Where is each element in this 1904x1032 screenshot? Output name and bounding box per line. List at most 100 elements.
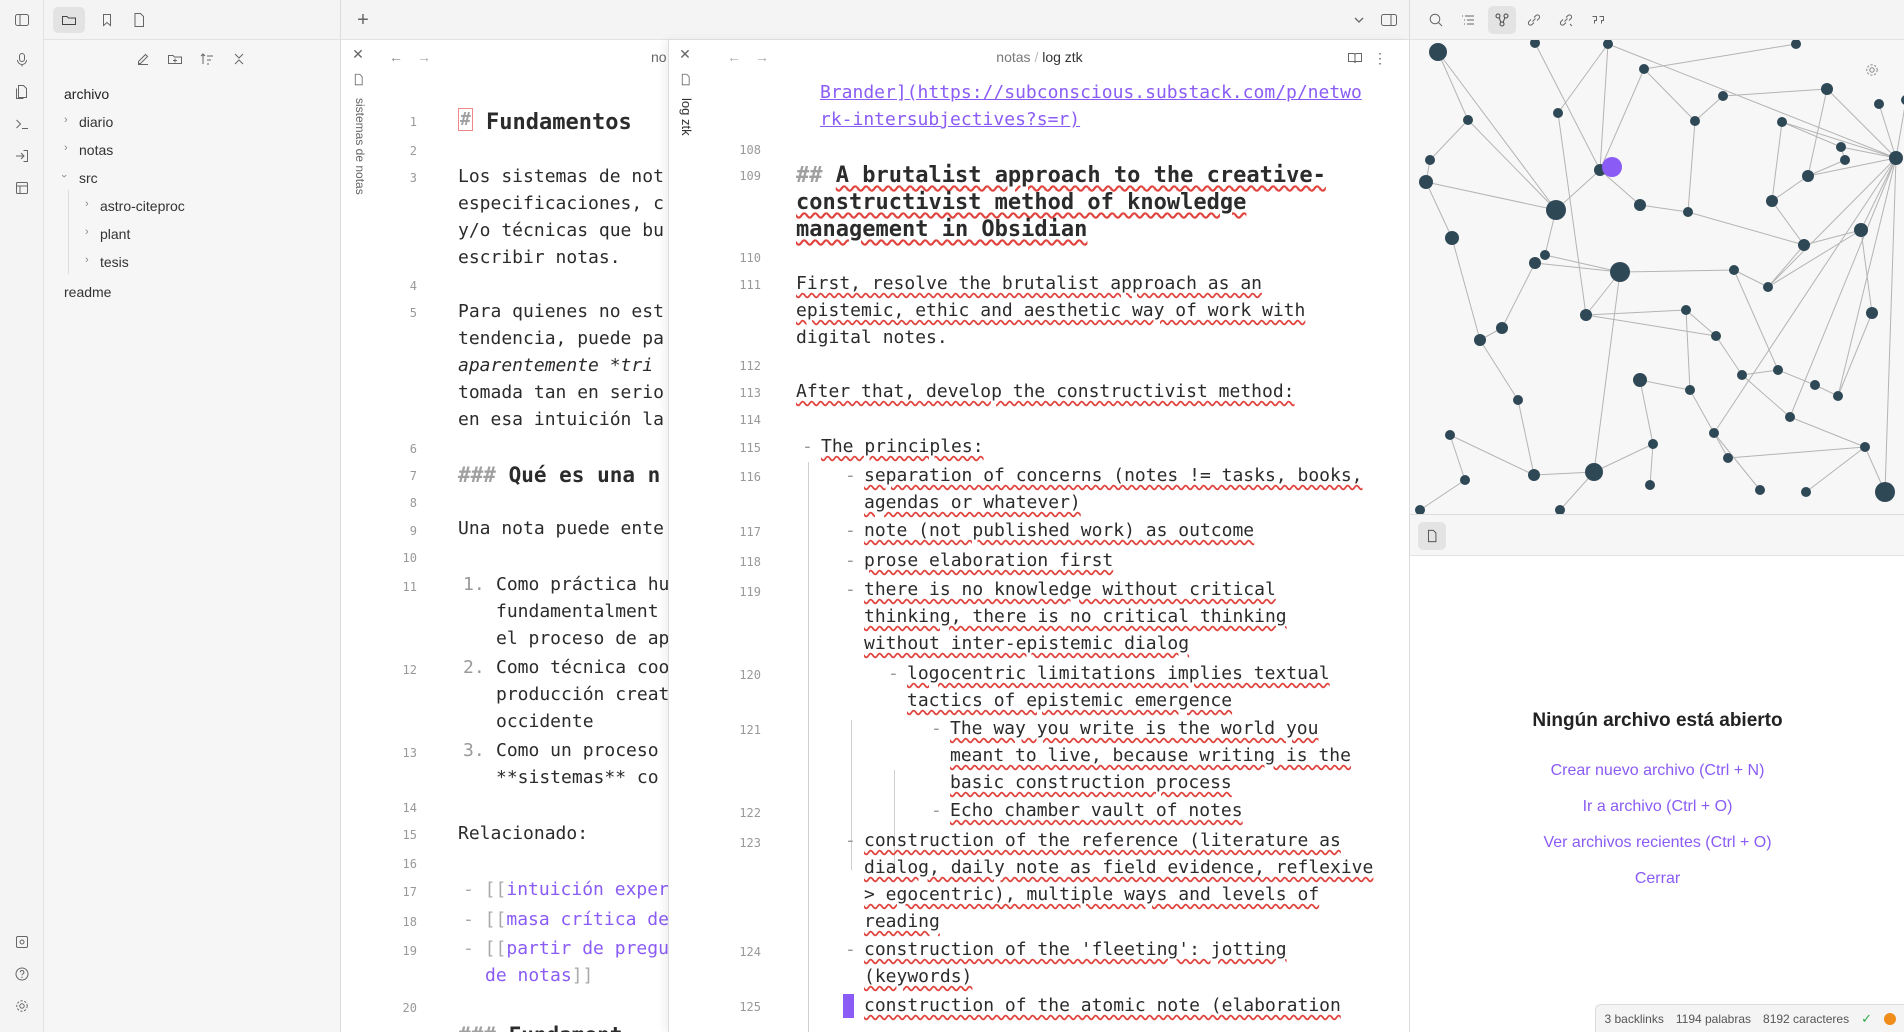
- heading-3[interactable]: ### Qué es una n: [458, 463, 660, 487]
- graph-node[interactable]: [1866, 307, 1878, 319]
- wikilink[interactable]: - [[intuición exper: [463, 879, 668, 900]
- graph-node[interactable]: [1785, 412, 1795, 422]
- list-item-text[interactable]: logocentric limitations implies textual: [907, 663, 1330, 684]
- chevron-right-icon[interactable]: ›: [85, 198, 89, 210]
- chevron-right-icon[interactable]: ›: [85, 254, 89, 266]
- graph-node[interactable]: [1419, 175, 1433, 189]
- paragraph-line[interactable]: Una nota puede ente: [458, 518, 664, 539]
- vault-icon[interactable]: [10, 930, 34, 954]
- graph-node[interactable]: [1445, 430, 1455, 440]
- graph-node[interactable]: [1648, 439, 1658, 449]
- graph-node[interactable]: [1810, 380, 1820, 390]
- recent-files-link[interactable]: Ver archivos recientes (Ctrl + O): [1410, 834, 1904, 852]
- bookmark-icon[interactable]: [94, 7, 120, 33]
- tree-folder-astro-citeproc[interactable]: astro-citeproc: [100, 198, 185, 214]
- tree-folder-tesis[interactable]: tesis: [100, 254, 129, 270]
- graph-node[interactable]: [1737, 370, 1747, 380]
- list-item-text[interactable]: > egocentric), multiple ways and levels …: [864, 884, 1319, 905]
- list-item-text[interactable]: The principles:: [821, 436, 984, 457]
- list-item-text[interactable]: el proceso de ap: [496, 628, 668, 649]
- list-item-text[interactable]: dialog, daily note as field evidence, re…: [864, 857, 1373, 878]
- paragraph-line[interactable]: tomada tan en serio: [458, 382, 664, 403]
- list-item-text[interactable]: Como técnica coo: [496, 657, 668, 678]
- close-pane-icon[interactable]: ✕: [349, 45, 367, 63]
- quote-icon[interactable]: [1586, 8, 1610, 32]
- backlinks-count[interactable]: 3 backlinks: [1604, 1012, 1663, 1026]
- graph-node[interactable]: [1798, 239, 1810, 251]
- file-icon[interactable]: [126, 7, 152, 33]
- chevron-right-icon[interactable]: ›: [85, 226, 89, 238]
- graph-node[interactable]: [1603, 40, 1613, 49]
- graph-node[interactable]: [1854, 223, 1868, 237]
- graph-node[interactable]: [1791, 40, 1801, 49]
- heading-1[interactable]: Fundamentos: [486, 110, 632, 135]
- tree-folder-diario[interactable]: diario: [79, 114, 113, 130]
- terminal-icon[interactable]: [10, 112, 34, 136]
- back-arrow-icon[interactable]: ←: [387, 48, 405, 66]
- graph-node[interactable]: [1530, 40, 1540, 48]
- graph-node[interactable]: [1463, 115, 1473, 125]
- list-item-text[interactable]: thinking, there is no critical thinking: [864, 606, 1287, 627]
- list-item-text[interactable]: Como práctica hu: [496, 574, 668, 595]
- graph-node[interactable]: [1802, 170, 1814, 182]
- sync-check-icon[interactable]: ✓: [1861, 1011, 1872, 1027]
- graph-node[interactable]: [1528, 469, 1540, 481]
- paragraph-line[interactable]: y/o técnicas que bu: [458, 220, 664, 241]
- graph-node[interactable]: [1496, 322, 1508, 334]
- tree-file-readme[interactable]: readme: [64, 284, 111, 300]
- graph-node[interactable]: [1729, 265, 1739, 275]
- list-item-text[interactable]: meant to live, because writing is the: [950, 745, 1351, 766]
- graph-node[interactable]: [1889, 151, 1903, 165]
- chevron-right-icon[interactable]: ›: [64, 114, 68, 126]
- heading-2[interactable]: constructivist method of knowledge: [796, 190, 1246, 215]
- graph-node[interactable]: [1874, 99, 1884, 109]
- go-to-file-link[interactable]: Ir a archivo (Ctrl + O): [1410, 798, 1904, 816]
- sort-icon[interactable]: [196, 48, 218, 70]
- breadcrumb-file[interactable]: log ztk: [1042, 49, 1082, 65]
- stacked-tab-title[interactable]: log ztk: [679, 98, 694, 136]
- outline-list-icon[interactable]: [1456, 8, 1480, 32]
- paragraph-line[interactable]: aparentemente *tri: [458, 355, 653, 376]
- sidebar-toggle-icon[interactable]: [10, 8, 34, 32]
- list-item-text[interactable]: separation of concerns (notes != tasks, …: [864, 465, 1363, 486]
- list-item-text[interactable]: Como un proceso: [496, 740, 659, 761]
- create-new-file-link[interactable]: Crear nuevo archivo (Ctrl + N): [1410, 762, 1904, 780]
- tree-folder-src[interactable]: src: [79, 170, 98, 186]
- new-folder-icon[interactable]: [164, 48, 186, 70]
- graph-view-icon[interactable]: [1488, 6, 1516, 34]
- outgoing-links-icon[interactable]: [1554, 8, 1578, 32]
- graph-node[interactable]: [1681, 305, 1691, 315]
- search-icon[interactable]: [1424, 8, 1448, 32]
- graph-node[interactable]: [1777, 117, 1787, 127]
- graph-node[interactable]: [1460, 475, 1470, 485]
- paragraph-line[interactable]: epistemic, ethic and aesthetic way of wo…: [796, 300, 1305, 321]
- list-item-text[interactable]: tactics of epistemic emergence: [907, 690, 1232, 711]
- graph-node[interactable]: [1821, 83, 1833, 95]
- graph-node[interactable]: [1755, 485, 1765, 495]
- paragraph-line[interactable]: especificaciones, c: [458, 193, 664, 214]
- list-item-text[interactable]: occidente: [496, 711, 594, 732]
- tree-folder-notas[interactable]: notas: [79, 142, 113, 158]
- file-icon[interactable]: [1418, 522, 1446, 550]
- wikilink[interactable]: de notas]]: [485, 965, 593, 986]
- more-options-icon[interactable]: ⋮: [1371, 48, 1389, 68]
- view-header-title[interactable]: no: [651, 49, 667, 65]
- markdown-link[interactable]: Brander](https://subconscious.substack.c…: [820, 82, 1362, 103]
- list-item-text[interactable]: construction of the 'fleeting': jotting: [864, 939, 1287, 960]
- list-item-text[interactable]: Echo chamber vault of notes: [950, 800, 1243, 821]
- graph-node[interactable]: [1723, 453, 1733, 463]
- graph-node[interactable]: [1711, 331, 1721, 341]
- graph-canvas[interactable]: [1410, 40, 1904, 515]
- paragraph-line[interactable]: en esa intuición la: [458, 409, 664, 430]
- graph-node[interactable]: [1685, 385, 1695, 395]
- graph-node[interactable]: [1529, 257, 1541, 269]
- tab-list-chevron-down-icon[interactable]: [1347, 8, 1371, 32]
- wikilink[interactable]: - [[partir de pregu: [463, 938, 668, 959]
- graph-node[interactable]: [1546, 200, 1566, 220]
- new-tab-button[interactable]: +: [351, 8, 375, 32]
- graph-view[interactable]: [1409, 40, 1904, 515]
- paragraph-line[interactable]: escribir notas.: [458, 247, 621, 268]
- paragraph-line[interactable]: After that, develop the constructivist m…: [796, 381, 1295, 402]
- collapse-all-icon[interactable]: [228, 48, 250, 70]
- list-item-text[interactable]: without inter-epistemic dialog: [864, 633, 1189, 654]
